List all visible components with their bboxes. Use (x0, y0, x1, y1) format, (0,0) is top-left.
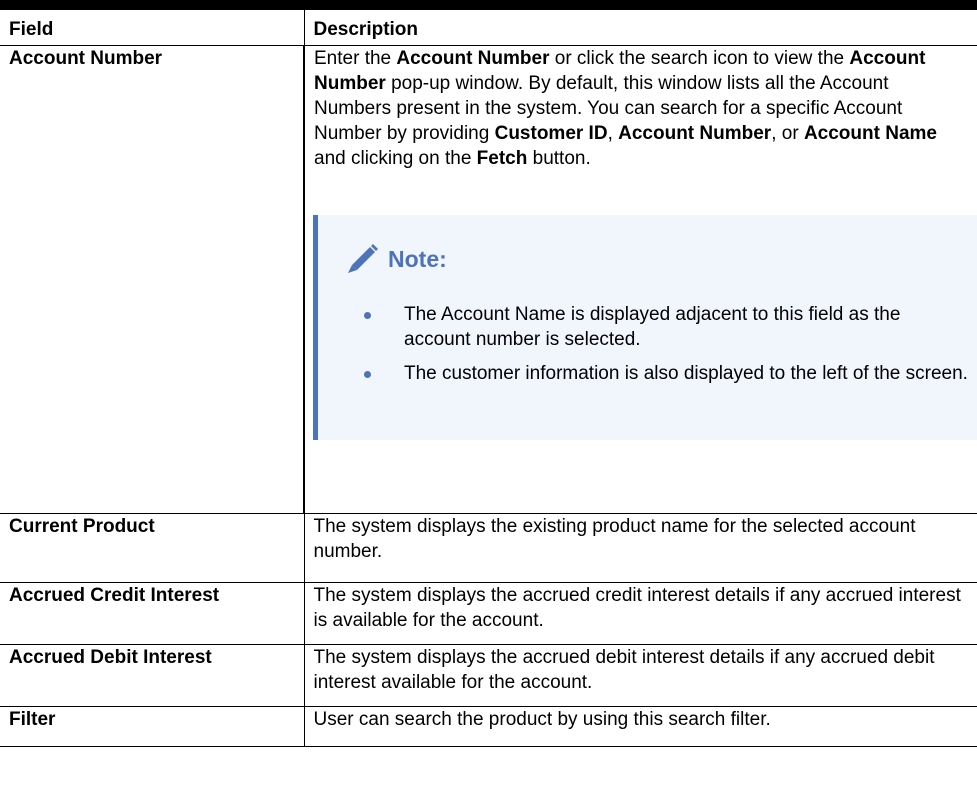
table-row: Accrued Debit Interest The system displa… (0, 644, 977, 707)
note-item: The customer information is also display… (344, 361, 968, 386)
field-description-table: Field Description Account Number Enter t… (0, 9, 977, 747)
table-row: Filter User can search the product by us… (0, 706, 977, 747)
note-list: The Account Name is displayed adjacent t… (344, 302, 968, 386)
table-row: Account Number Enter the Account Number … (0, 45, 977, 514)
note-title: Note: (388, 245, 447, 272)
field-description: The system displays the accrued credit i… (303, 582, 977, 645)
note-item: The Account Name is displayed adjacent t… (344, 302, 968, 352)
header-field: Field (0, 9, 305, 46)
field-name: Account Number (0, 45, 305, 514)
note-header: Note: (344, 242, 968, 276)
field-name: Accrued Credit Interest (0, 582, 305, 645)
bullet-icon (364, 312, 371, 319)
field-name: Current Product (0, 513, 305, 583)
table-row: Current Product The system displays the … (0, 513, 977, 583)
field-description: User can search the product by using thi… (303, 706, 977, 747)
field-name: Accrued Debit Interest (0, 644, 305, 707)
top-rule (0, 0, 977, 9)
pencil-icon (348, 244, 378, 273)
field-description: The system displays the existing product… (303, 513, 977, 583)
note-box: Note: The Account Name is displayed adja… (313, 215, 977, 440)
table-row: Accrued Credit Interest The system displ… (0, 582, 977, 645)
account-number-description: Enter the Account Number or click the se… (314, 48, 937, 169)
field-name: Filter (0, 706, 305, 747)
table-header-row: Field Description (0, 9, 977, 46)
bullet-icon (364, 371, 371, 378)
field-description: Enter the Account Number or click the se… (303, 45, 977, 514)
header-description: Description (303, 9, 977, 46)
field-description: The system displays the accrued debit in… (303, 644, 977, 707)
